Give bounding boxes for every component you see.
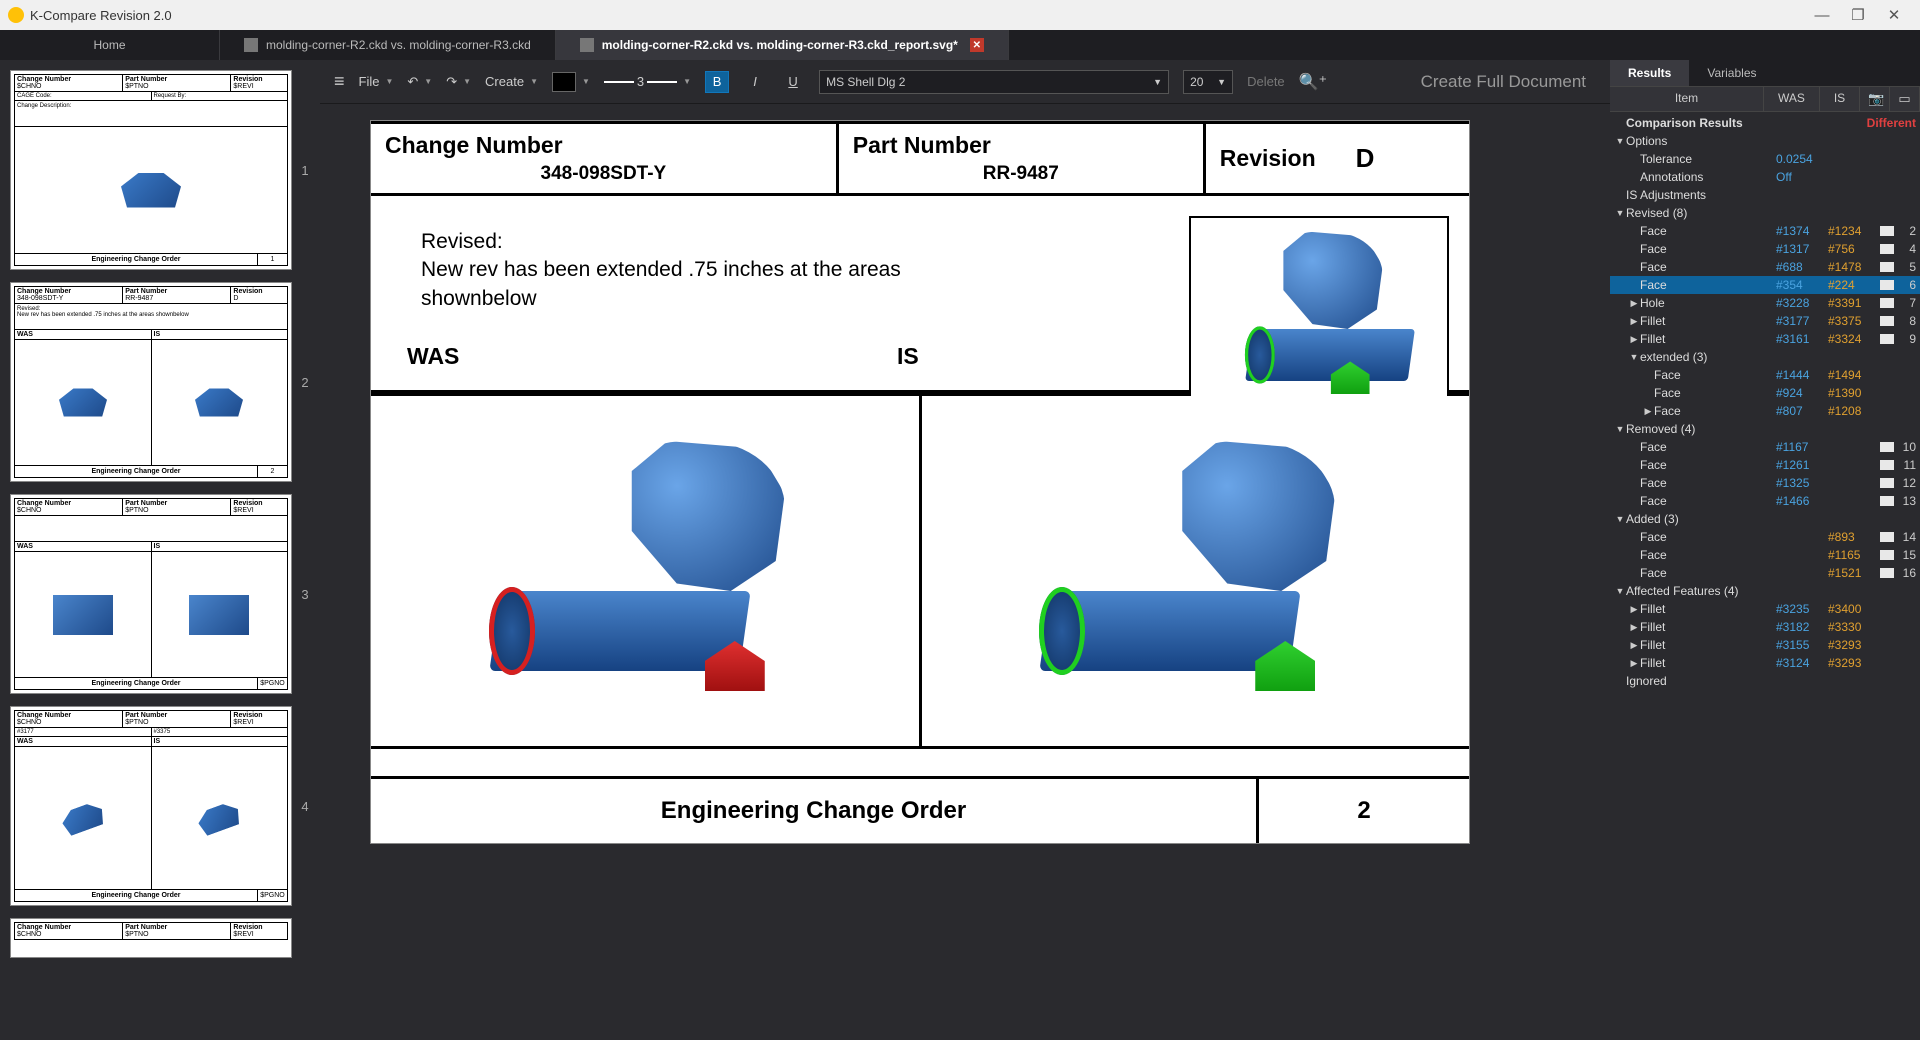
canvas[interactable]: Change Number 348-098SDT-Y Part Number R… [320,104,1610,1040]
redo-button[interactable]: ↷ [446,74,471,90]
tree-row[interactable]: IS Adjustments [1610,186,1920,204]
bold-button[interactable]: B [705,71,729,93]
change-number-label: Change Number [385,132,822,159]
part-number-label: Part Number [853,132,1189,159]
eco-title: Engineering Change Order [371,779,1259,843]
thumb-page-1[interactable]: Change Number$CHNO Part Number$PTNO Revi… [10,70,292,270]
tree-row[interactable]: Face#146613 [1610,492,1920,510]
tree-row[interactable]: ▶Fillet#3161#33249 [1610,330,1920,348]
tree-row[interactable]: Face#116515 [1610,546,1920,564]
tree-row[interactable]: Face#132512 [1610,474,1920,492]
tree-row[interactable]: Ignored [1610,672,1920,690]
tree-row[interactable]: ▼Removed (4) [1610,420,1920,438]
undo-button[interactable]: ↶ [407,74,432,90]
tab-home[interactable]: Home [0,30,220,60]
thumb-page-5[interactable]: Change Number$CHNO Part Number$PTNO Revi… [10,918,292,958]
menu-icon[interactable]: ≡ [334,71,345,92]
tree-row[interactable]: Face#89314 [1610,528,1920,546]
thumb-number: 1 [300,163,310,178]
report-page: Change Number 348-098SDT-Y Part Number R… [370,120,1470,844]
thumbnail-panel: Change Number$CHNO Part Number$PTNO Revi… [0,60,320,1040]
page-icon[interactable]: ▭ [1890,87,1920,111]
doc-icon [580,38,594,52]
tree-row[interactable]: ▶Face#807#1208 [1610,402,1920,420]
tab-doc1[interactable]: molding-corner-R2.ckd vs. molding-corner… [220,30,556,60]
was-panel [371,396,922,746]
underline-button[interactable]: U [781,71,805,93]
col-was: WAS [1764,87,1820,111]
create-menu[interactable]: Create [485,74,538,89]
tree-row[interactable]: ▶Fillet#3182#3330 [1610,618,1920,636]
thumb-number: 4 [300,799,310,814]
thumb-page-3[interactable]: Change Number$CHNO Part Number$PTNO Revi… [10,494,292,694]
font-size-select[interactable]: 20▼ [1183,70,1233,94]
titlebar: K-Compare Revision 2.0 — ❐ ✕ [0,0,1920,30]
tree-row[interactable]: Face#1444#1494 [1610,366,1920,384]
italic-button[interactable]: I [743,71,767,93]
tab-doc2[interactable]: molding-corner-R2.ckd vs. molding-corner… [556,30,1009,60]
change-number-value: 348-098SDT-Y [385,163,822,185]
revised-text: New rev has been extended .75 inches at … [421,256,921,313]
color-picker[interactable] [552,72,590,92]
stroke-width[interactable]: 3 [604,74,691,89]
tree-row[interactable]: Face#1317#7564 [1610,240,1920,258]
part-number-value: RR-9487 [853,163,1189,185]
iso-preview [1189,216,1449,416]
page-number: 2 [1259,779,1469,843]
tab-close-icon[interactable]: ✕ [970,38,984,52]
col-item: Item [1610,87,1764,111]
tree-row[interactable]: Face#688#14785 [1610,258,1920,276]
thumb-page-2[interactable]: Change Number348-098SDT-Y Part NumberRR-… [10,282,292,482]
tree-row[interactable]: ▼Affected Features (4) [1610,582,1920,600]
is-panel [922,396,1470,746]
tree-row[interactable]: ▼Revised (8) [1610,204,1920,222]
minimize-button[interactable]: — [1804,2,1840,28]
tree-row[interactable]: Face#354#2246 [1610,276,1920,294]
revised-label: Revised: [421,228,921,256]
tree-row[interactable]: ▶Fillet#3124#3293 [1610,654,1920,672]
tree-row[interactable]: AnnotationsOff [1610,168,1920,186]
tab-variables[interactable]: Variables [1689,60,1774,86]
app-icon [8,7,24,23]
camera-icon[interactable]: 📷 [1860,87,1890,111]
tree-row[interactable]: Comparison ResultsDifferent [1610,114,1920,132]
tree-row[interactable]: ▼Added (3) [1610,510,1920,528]
close-button[interactable]: ✕ [1876,2,1912,28]
thumb-page-4[interactable]: Change Number$CHNO Part Number$PTNO Revi… [10,706,292,906]
toolbar: ≡ File ↶ ↷ Create 3 B I U MS Shell Dlg 2… [320,60,1610,104]
zoom-button[interactable]: 🔍⁺ [1299,72,1327,92]
thumb-number: 2 [300,375,310,390]
app-title: K-Compare Revision 2.0 [30,8,172,23]
revision-value: D [1356,143,1375,174]
tree-row[interactable]: Face#126111 [1610,456,1920,474]
maximize-button[interactable]: ❐ [1840,2,1876,28]
tree-row[interactable]: Face#1374#12342 [1610,222,1920,240]
file-menu[interactable]: File [359,74,394,89]
tree-row[interactable]: Face#116710 [1610,438,1920,456]
was-label: WAS [401,343,891,370]
tab-strip: Home molding-corner-R2.ckd vs. molding-c… [0,30,1920,60]
tree-row[interactable]: ▼Options [1610,132,1920,150]
results-panel: Results Variables Item WAS IS 📷 ▭ Compar… [1610,60,1920,1040]
tree-row[interactable]: Face#152116 [1610,564,1920,582]
tree-row[interactable]: ▶Hole#3228#33917 [1610,294,1920,312]
editor-area: ≡ File ↶ ↷ Create 3 B I U MS Shell Dlg 2… [320,60,1610,1040]
create-full-document[interactable]: Create Full Document [1421,72,1596,92]
tree-row[interactable]: ▼extended (3) [1610,348,1920,366]
tree-row[interactable]: Face#924#1390 [1610,384,1920,402]
tab-results[interactable]: Results [1610,60,1689,86]
results-tree[interactable]: Comparison ResultsDifferent▼OptionsToler… [1610,112,1920,1040]
tree-row[interactable]: Tolerance0.0254 [1610,150,1920,168]
tree-row[interactable]: ▶Fillet#3235#3400 [1610,600,1920,618]
doc-icon [244,38,258,52]
revision-label: Revision [1220,145,1316,172]
thumb-number: 3 [300,587,310,602]
delete-button[interactable]: Delete [1247,74,1285,89]
font-select[interactable]: MS Shell Dlg 2▼ [819,70,1169,94]
col-is: IS [1820,87,1860,111]
tree-row[interactable]: ▶Fillet#3155#3293 [1610,636,1920,654]
tree-row[interactable]: ▶Fillet#3177#33758 [1610,312,1920,330]
